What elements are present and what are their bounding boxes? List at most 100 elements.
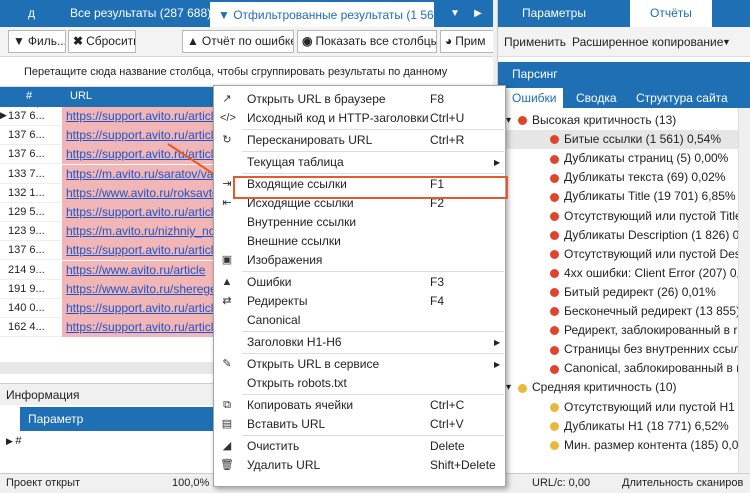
menu-separator	[242, 331, 504, 332]
show-all-columns-button[interactable]: ◉ Показать все столбцы	[297, 30, 437, 53]
tree-item[interactable]: 4xx ошибки: Client Error (207) 0,	[498, 264, 750, 283]
expand-arrow-icon[interactable]: ▶	[6, 436, 15, 446]
severity-dot-icon	[550, 192, 559, 202]
menu-item[interactable]: ⇄ Редиректы F4	[214, 292, 505, 311]
menu-item-shortcut: Ctrl+U	[430, 111, 465, 125]
menu-item-label: Пересканировать URL	[247, 133, 373, 147]
group-drop-area[interactable]: Перетащите сюда название столбца, чтобы …	[0, 57, 493, 108]
row-url-link[interactable]: https://m.avito.ru/nizhniy_nov	[62, 222, 214, 242]
tree-item[interactable]: Мин. размер контента (185) 0,0	[498, 436, 750, 455]
severity-dot-icon	[550, 307, 559, 317]
menu-item[interactable]: ◢ Очистить Delete	[214, 437, 505, 456]
menu-item[interactable]: Открыть robots.txt	[214, 374, 505, 393]
tree-item[interactable]: Дубликаты Title (19 701) 6,85%	[498, 187, 750, 206]
redirect-icon: ⇄	[222, 295, 232, 307]
row-number: 137 6...	[8, 129, 45, 142]
row-number: 137 6...	[8, 110, 45, 122]
tree-item-label: Средняя критичность (10)	[532, 380, 677, 395]
menu-item[interactable]: 🗑 Удалить URL Shift+Delete	[214, 456, 505, 475]
tree-item-label: Битый редирект (26) 0,01%	[564, 284, 716, 299]
tree-item[interactable]: Битый редирект (26) 0,01%	[498, 283, 750, 302]
menu-item-label: Открыть robots.txt	[247, 376, 347, 390]
menu-item[interactable]: ⧉ Копировать ячейки Ctrl+C	[214, 396, 505, 415]
error-report-button[interactable]: ▲ Отчёт по ошибке	[182, 30, 294, 53]
tree-scrollbar[interactable]	[738, 108, 750, 473]
row-url-link[interactable]: https://support.avito.ru/article	[62, 318, 214, 338]
row-url-link[interactable]: https://support.avito.ru/article	[62, 107, 214, 126]
column-header-number[interactable]: #	[26, 90, 32, 102]
tree-item[interactable]: Бесконечный редирект (13 855)	[498, 302, 750, 321]
row-url-link[interactable]: https://www.avito.ru/sheregesh	[62, 279, 214, 299]
menu-item-label: Изображения	[247, 253, 323, 267]
expand-arrow-icon[interactable]: ▾	[506, 111, 511, 130]
tabs-dropdown-icon[interactable]: ▼	[444, 0, 466, 27]
row-number: 123 9...	[8, 225, 45, 238]
tab-reports[interactable]: Отчёты	[630, 0, 712, 27]
tree-item[interactable]: Отсутствующий или пустой Title	[498, 207, 750, 226]
menu-item-label: Текущая таблица	[247, 155, 344, 169]
advanced-copy-button[interactable]: Расширенное копирование	[572, 27, 723, 57]
tree-item-label: Дубликаты Title (19 701) 6,85%	[564, 189, 736, 204]
chevron-down-icon[interactable]: ▼	[722, 27, 731, 57]
info-param-header[interactable]: Параметр	[20, 407, 220, 431]
reset-button[interactable]: ✖ Сбросить	[68, 30, 136, 53]
tree-item[interactable]: Canonical, заблокированный в r	[498, 359, 750, 378]
tree-group[interactable]: ▾ Высокая критичность (13)	[498, 111, 750, 130]
tree-item[interactable]: Дубликаты H1 (18 771) 6,52%	[498, 417, 750, 436]
apply-settings-button[interactable]: Применить	[504, 27, 566, 57]
menu-item[interactable]: ▲ Ошибки F3	[214, 273, 505, 292]
menu-item-shortcut: Ctrl+V	[430, 417, 464, 431]
severity-dot-icon	[550, 288, 559, 298]
tree-item[interactable]: Редирект, заблокированный в r	[498, 321, 750, 340]
severity-dot-icon	[518, 116, 527, 126]
tab-all-results[interactable]: Все результаты (287 688)	[62, 0, 219, 27]
row-url-link[interactable]: https://www.avito.ru/article	[62, 260, 214, 280]
menu-item[interactable]: Заголовки H1-H6 ▶	[214, 333, 505, 352]
tree-item[interactable]: Отсутствующий или пустой H1	[498, 398, 750, 417]
tree-item[interactable]: Битые ссылки (1 561) 0,54%	[498, 130, 750, 150]
menu-item[interactable]: ↗ Открыть URL в браузере F8	[214, 90, 505, 109]
tree-item[interactable]: Страницы без внутренних ссыл	[498, 340, 750, 359]
tree-item-label: Дубликаты текста (69) 0,02%	[564, 170, 726, 185]
tree-item[interactable]: Дубликаты текста (69) 0,02%	[498, 168, 750, 187]
apply-button[interactable]: ◕ Прим	[440, 30, 493, 53]
tabs-scroll-right-icon[interactable]: ▶	[467, 0, 489, 27]
tab-collapsed[interactable]: д	[20, 0, 60, 27]
tab-filtered-results[interactable]: ▼ Отфильтрованные результаты (1 561)	[210, 0, 444, 27]
menu-item[interactable]: Внешние ссылки	[214, 232, 505, 251]
tab-errors[interactable]: Ошибки	[506, 88, 563, 108]
tree-item[interactable]: Отсутствующий или пустой Des	[498, 245, 750, 264]
menu-item[interactable]: Canonical	[214, 311, 505, 330]
tree-item-label: Отсутствующий или пустой Des	[564, 246, 741, 261]
row-url-link[interactable]: https://support.avito.ru/article	[62, 241, 214, 261]
tree-item[interactable]: Дубликаты Description (1 826) 0	[498, 226, 750, 245]
tab-site-structure[interactable]: Структура сайта	[630, 88, 734, 108]
refresh-icon: ↻	[222, 134, 232, 146]
menu-item-label: Открыть URL в сервисе	[247, 357, 380, 371]
menu-item[interactable]: ↻ Пересканировать URL Ctrl+R	[214, 131, 505, 150]
filter-button[interactable]: ▼ Филь...	[8, 30, 66, 53]
tree-item[interactable]: Дубликаты страниц (5) 0,00%	[498, 149, 750, 168]
expand-arrow-icon[interactable]: ▾	[506, 378, 511, 397]
menu-item[interactable]: Внутренние ссылки	[214, 213, 505, 232]
row-url-link[interactable]: https://support.avito.ru/article	[62, 299, 214, 318]
column-header-url[interactable]: URL	[70, 90, 92, 102]
submenu-arrow-icon: ▶	[494, 360, 501, 369]
row-number: 132 1...	[8, 186, 45, 199]
tab-parameters[interactable]: Параметры	[512, 0, 596, 27]
eye-icon: ◉	[302, 34, 313, 48]
menu-item-label: Ошибки	[247, 275, 292, 289]
menu-item[interactable]: </> Исходный код и HTTP-заголовки Ctrl+U	[214, 109, 505, 128]
close-icon: ✖	[73, 34, 84, 48]
menu-item[interactable]: ▤ Вставить URL Ctrl+V	[214, 415, 505, 434]
menu-item[interactable]: ▣ Изображения	[214, 251, 505, 270]
report-subtabs: Ошибки Сводка Структура сайта	[498, 86, 750, 108]
tab-summary[interactable]: Сводка	[570, 88, 623, 108]
menu-item[interactable]: ✎ Открыть URL в сервисе ▶	[214, 355, 505, 374]
menu-separator	[242, 435, 504, 436]
menu-item[interactable]: Текущая таблица ▶	[214, 153, 505, 172]
reset-button-label: Сбросить	[86, 34, 136, 48]
row-url-link[interactable]: https://support.avito.ru/article	[62, 203, 214, 222]
menu-separator	[242, 353, 504, 354]
tree-group[interactable]: ▾ Средняя критичность (10)	[498, 378, 750, 397]
